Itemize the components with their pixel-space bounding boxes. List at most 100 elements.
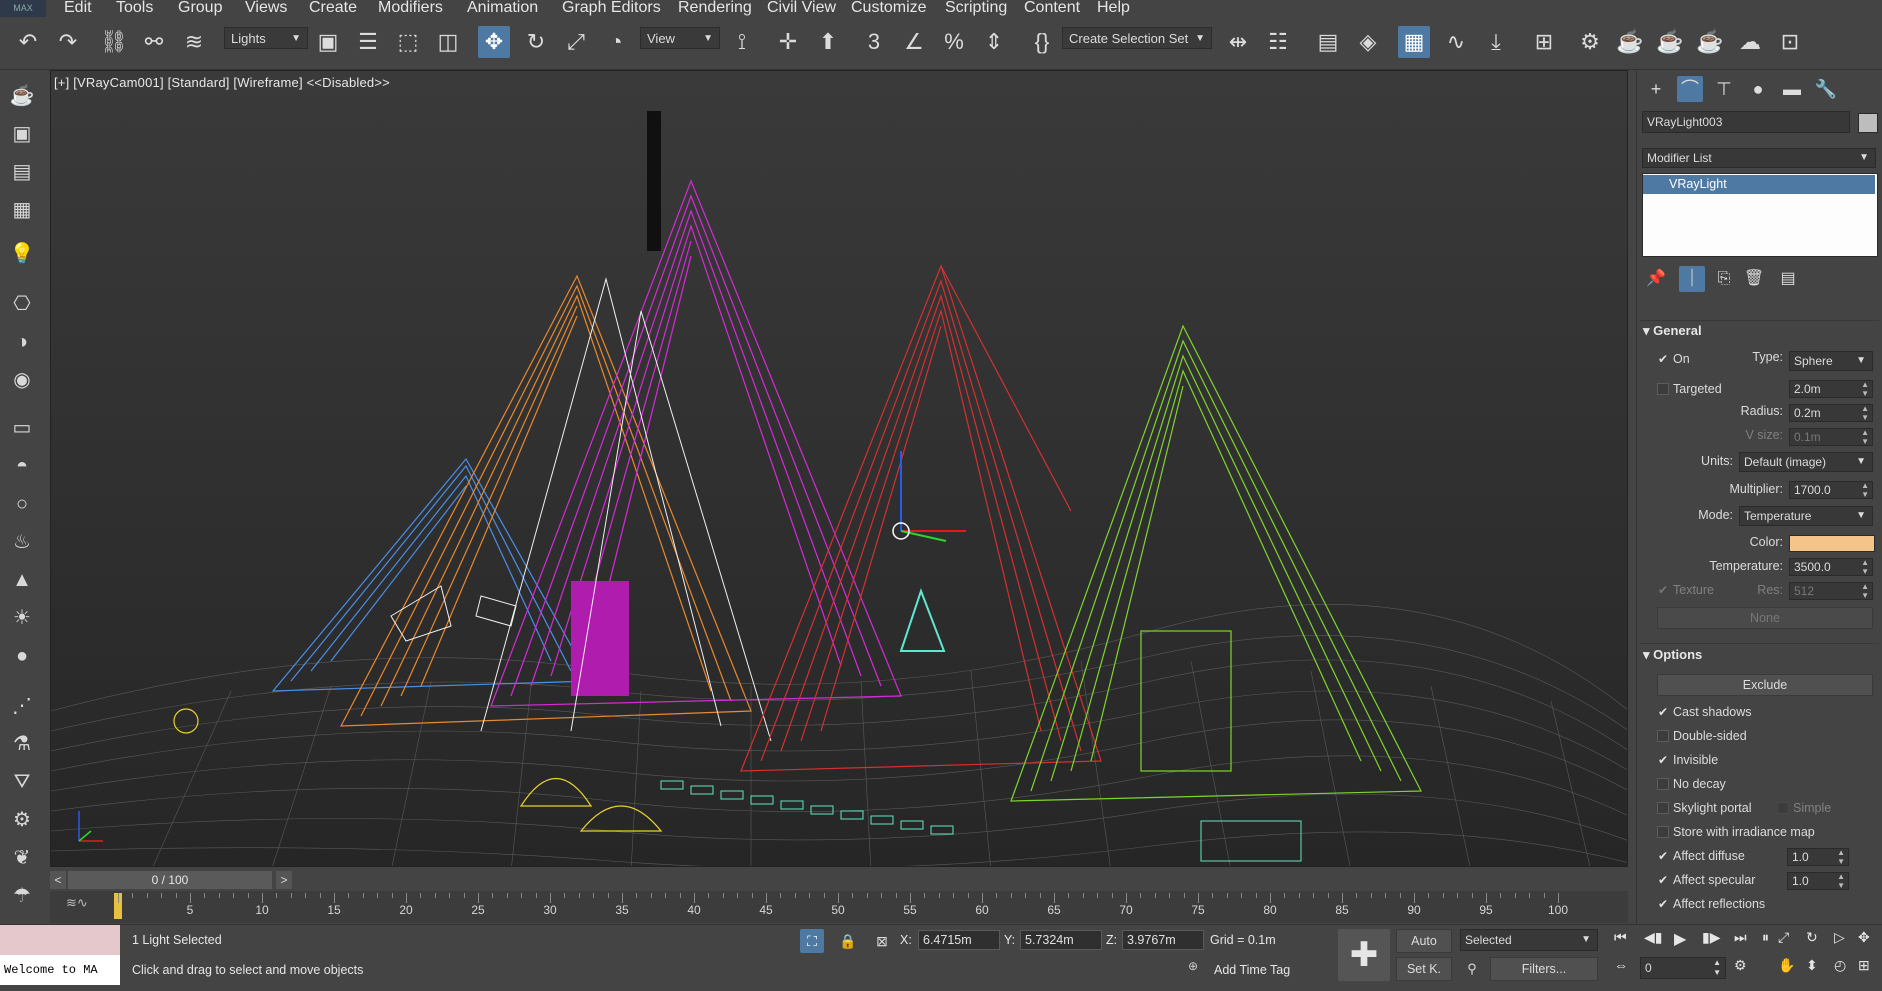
play-icon[interactable]: ▶	[1674, 929, 1694, 951]
modify-tab-icon[interactable]: ⌒	[1677, 76, 1703, 102]
document-icon[interactable]: ▤	[8, 158, 36, 186]
curve-editor-mini-icon[interactable]: ≋∿	[66, 895, 88, 911]
sphere-light-icon[interactable]: ○	[8, 490, 36, 518]
time-tag-icon[interactable]: ⊕	[1188, 959, 1204, 975]
toggle-ribbon-icon[interactable]: ▦	[1398, 26, 1430, 58]
link-icon[interactable]: ⛓	[98, 26, 130, 58]
camera-icon[interactable]: ⎔	[8, 290, 36, 318]
schematic-view-icon[interactable]: ⊞	[1528, 26, 1560, 58]
pan-view-icon[interactable]: ✋	[1778, 957, 1798, 979]
light-color-swatch[interactable]	[1789, 535, 1875, 552]
auto-key-button[interactable]: Auto	[1396, 929, 1452, 953]
show-end-result-icon[interactable]: ⏐	[1679, 266, 1705, 292]
set-key-large-icon[interactable]: ✚	[1338, 929, 1390, 981]
targeted-checkbox[interactable]	[1657, 383, 1669, 395]
proxy-icon[interactable]: ⚗	[8, 730, 36, 758]
rendered-frame-window-icon[interactable]: ☕	[1654, 26, 1686, 58]
select-and-scale-icon[interactable]: ⤢	[560, 26, 592, 58]
time-configuration-icon[interactable]: ⇔	[1614, 957, 1634, 979]
type-dropdown[interactable]: Sphere ▼	[1789, 351, 1873, 371]
plane-light-icon[interactable]: ▭	[8, 414, 36, 442]
plant-icon[interactable]: ❦	[8, 844, 36, 872]
menu-modifiers[interactable]: Modifiers	[378, 0, 443, 17]
next-frame-icon[interactable]: ▮▶	[1702, 929, 1722, 951]
menu-scripting[interactable]: Scripting	[945, 0, 1007, 17]
display-tab-icon[interactable]: ▬	[1779, 76, 1805, 102]
layer-explorer-icon[interactable]: ◈	[1352, 26, 1384, 58]
pin-stack-icon[interactable]: 📌	[1643, 266, 1669, 292]
add-time-tag[interactable]: Add Time Tag	[1214, 963, 1290, 977]
cone-light-icon[interactable]: ▲	[8, 566, 36, 594]
hierarchy-tab-icon[interactable]: ⊤	[1711, 76, 1737, 102]
image-icon[interactable]: ▣	[8, 120, 36, 148]
modifier-stack[interactable]: VRayLight	[1642, 173, 1878, 257]
viewport-camera[interactable]	[50, 70, 1628, 867]
menu-edit[interactable]: Edit	[64, 0, 92, 17]
table-icon[interactable]: ▦	[8, 196, 36, 224]
modifier-list-dropdown[interactable]: Modifier List ▼	[1642, 148, 1876, 168]
render-frame-window-icon[interactable]: ⊡	[1774, 26, 1806, 58]
frame-nav-icon[interactable]: ⚙	[1734, 957, 1754, 979]
invisible-checkbox[interactable]: ✔	[1657, 754, 1669, 766]
selection-lock-icon[interactable]: ⛶	[800, 929, 824, 953]
menu-animation[interactable]: Animation	[467, 0, 538, 17]
bind-space-warp-icon[interactable]: ≋	[178, 26, 210, 58]
settings-gear-icon[interactable]: ⚙	[8, 806, 36, 834]
angle-snap-icon[interactable]: ∠	[898, 26, 930, 58]
edit-named-selection-icon[interactable]: {}	[1026, 26, 1058, 58]
targeted-spinner[interactable]: 2.0m ▲ ▼	[1789, 380, 1873, 398]
zoom-extents-icon[interactable]: ⤢	[1778, 929, 1798, 951]
menu-views[interactable]: Views	[245, 0, 287, 17]
menu-civil-view[interactable]: Civil View	[767, 0, 836, 17]
affect-reflections-checkbox[interactable]: ✔	[1657, 898, 1669, 910]
motion-tab-icon[interactable]: ●	[1745, 76, 1771, 102]
lock-icon[interactable]: 🔒	[836, 929, 860, 953]
app-logo[interactable]: MAX	[0, 0, 46, 17]
percent-snap-icon[interactable]: %	[938, 26, 970, 58]
render-in-cloud-icon[interactable]: ☁	[1734, 26, 1766, 58]
general-rollout-title[interactable]: ▾ General	[1643, 323, 1702, 339]
on-checkbox[interactable]: ✔	[1657, 353, 1669, 365]
z-coordinate-field[interactable]: 3.9767m	[1122, 930, 1204, 950]
reference-coordinate-dropdown[interactable]: View ▼	[640, 27, 720, 49]
speaker-icon[interactable]: ◑	[8, 328, 36, 356]
frame-counter[interactable]: 0 / 100	[68, 871, 272, 889]
options-rollout-title[interactable]: ▾ Options	[1643, 647, 1702, 663]
hair-icon[interactable]: ☂	[8, 882, 36, 910]
menu-create[interactable]: Create	[309, 0, 357, 17]
walk-through-icon[interactable]: ✥	[1858, 929, 1878, 951]
mode-dropdown[interactable]: Temperature ▼	[1739, 506, 1873, 526]
select-by-name-icon[interactable]: ☰	[352, 26, 384, 58]
pivot-center-icon[interactable]: ⟟	[726, 26, 758, 58]
current-frame-field[interactable]: 0 ▲ ▼	[1640, 957, 1726, 979]
affect-specular-spinner[interactable]: 1.0 ▲ ▼	[1787, 872, 1849, 890]
no-decay-checkbox[interactable]	[1657, 778, 1669, 790]
object-name-field[interactable]: VRayLight003	[1642, 111, 1850, 133]
align-icon[interactable]: ☷	[1262, 26, 1294, 58]
unlink-icon[interactable]: ⚯	[138, 26, 170, 58]
create-tab-icon[interactable]: +	[1643, 76, 1669, 102]
projector-icon[interactable]: ◉	[8, 366, 36, 394]
store-irradiance-checkbox[interactable]	[1657, 826, 1669, 838]
decal-icon[interactable]: ⛛	[8, 768, 36, 796]
go-to-end-icon[interactable]: ⏭	[1734, 929, 1754, 951]
dolly-icon[interactable]: ⬍	[1806, 957, 1826, 979]
teapot-icon[interactable]: ☕	[8, 82, 36, 110]
affect-specular-checkbox[interactable]: ✔	[1657, 874, 1669, 886]
x-coordinate-field[interactable]: 6.4715m	[918, 930, 1000, 950]
menu-rendering[interactable]: Rendering	[678, 0, 752, 17]
key-mode-icon[interactable]: ⚲	[1460, 957, 1484, 981]
menu-graph-editors[interactable]: Graph Editors	[562, 0, 661, 17]
menu-customize[interactable]: Customize	[851, 0, 927, 17]
viewport-label[interactable]: [+] [VRayCam001] [Standard] [Wireframe] …	[54, 75, 390, 90]
object-color-swatch[interactable]	[1858, 113, 1878, 133]
window-crossing-icon[interactable]: ◫	[432, 26, 464, 58]
go-to-start-icon[interactable]: ⏮	[1614, 929, 1634, 951]
menu-content[interactable]: Content	[1024, 0, 1080, 17]
select-object-icon[interactable]: ▣	[312, 26, 344, 58]
render-setup-icon[interactable]: ☕	[1614, 26, 1646, 58]
key-filter-dropdown[interactable]: Selected ▼	[1460, 929, 1598, 951]
menu-tools[interactable]: Tools	[116, 0, 153, 17]
select-and-place-icon[interactable]: ◔	[600, 26, 632, 58]
y-coordinate-field[interactable]: 5.7324m	[1020, 930, 1102, 950]
